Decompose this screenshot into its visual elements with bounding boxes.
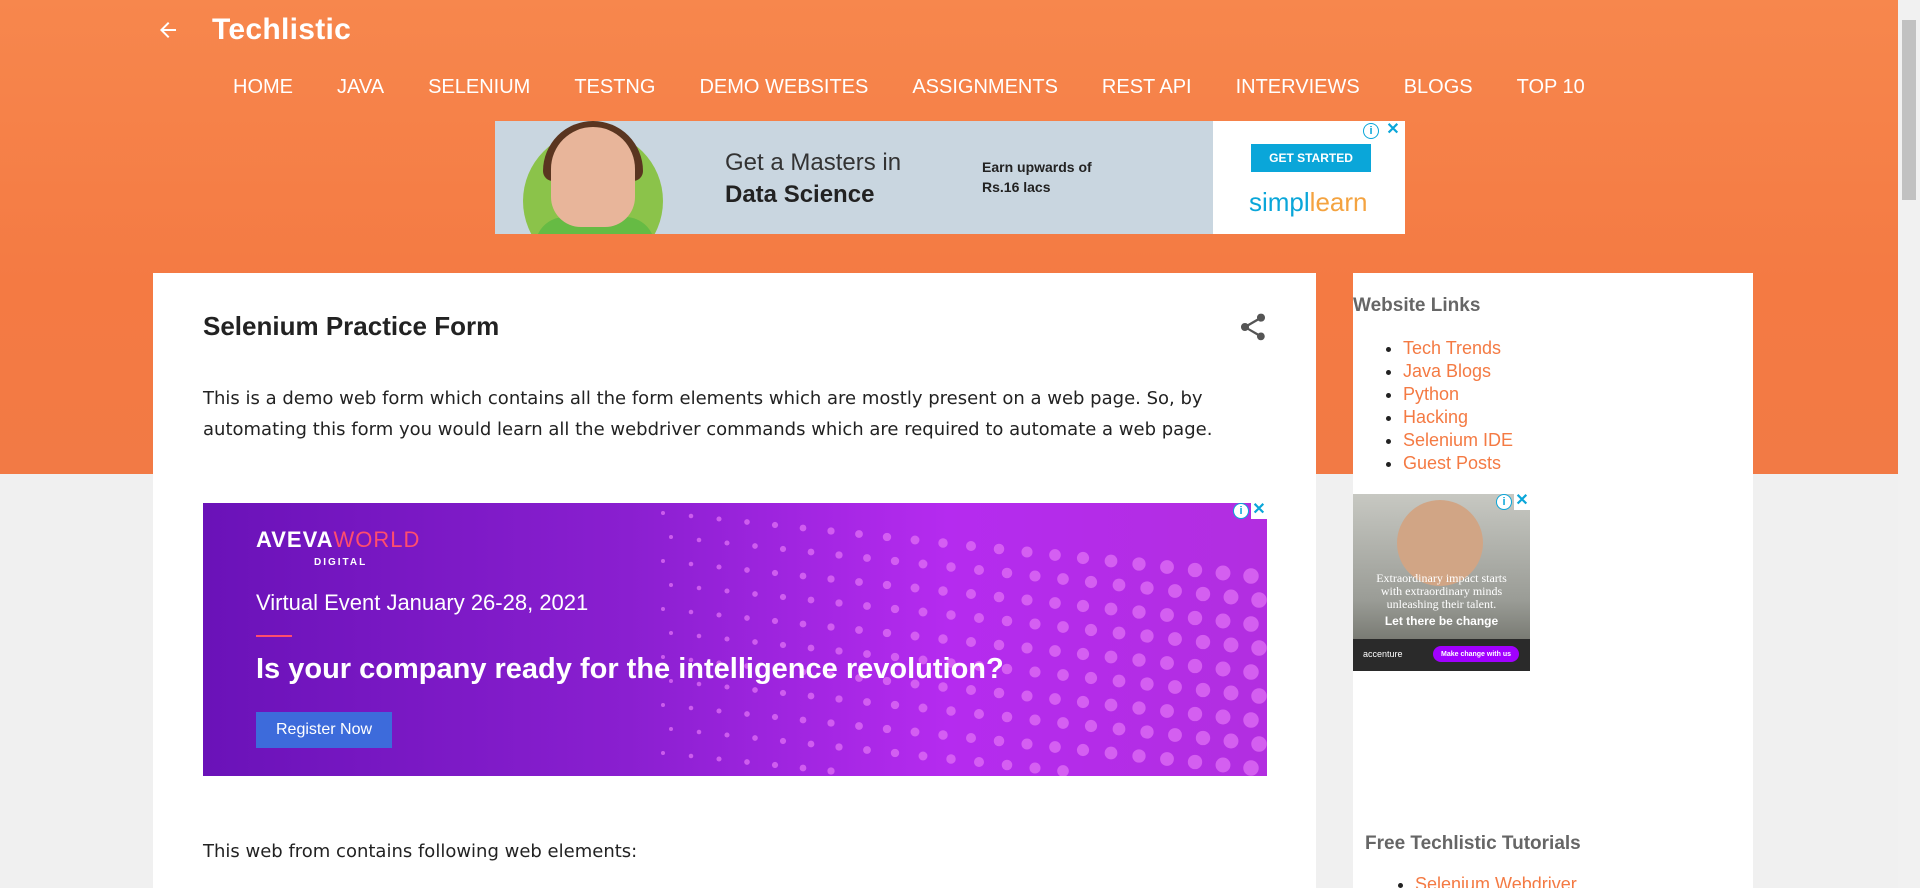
ad-tagline: Let there be change [1384,614,1499,628]
sidebar-title-tutorials: Free Techlistic Tutorials [1365,833,1581,854]
ad-close-icon[interactable]: ✕ [1385,122,1401,139]
ad-controls: i ✕ [1363,122,1401,139]
ad-headline-1: Get a Masters in [725,149,902,176]
list-item: Java Blogs [1403,360,1513,383]
nav-item-java[interactable]: JAVA [337,76,384,99]
ad-headline-2: Data Science [725,181,875,208]
arrow-left-icon [160,22,176,38]
nav-item-assignments[interactable]: ASSIGNMENTS [912,76,1058,99]
list-item: Hacking [1403,406,1513,429]
scrollbar-thumb[interactable] [1902,20,1916,200]
link-python[interactable]: Python [1403,384,1459,404]
ad-info-icon[interactable]: i [1233,503,1249,519]
post-intro: This is a demo web form which contains a… [203,388,1213,440]
nav-item-interviews[interactable]: INTERVIEWS [1236,76,1360,99]
nav-item-blogs[interactable]: BLOGS [1404,76,1473,99]
nav-item-testng[interactable]: TESTNG [574,76,655,99]
page-scrollbar[interactable] [1898,0,1920,888]
register-now-button[interactable]: Register Now [256,712,392,748]
ad-earn-text: Earn upwards of Rs.16 lacs [982,159,1092,195]
post-content: Selenium Practice Form This is a demo we… [153,273,1316,888]
ad-photo [495,121,695,234]
back-button[interactable] [150,12,186,48]
main-nav: HOME JAVA SELENIUM TESTNG DEMO WEBSITES … [233,76,1629,99]
elements-intro: This web from contains following web ele… [203,841,638,862]
ad-close-icon[interactable]: ✕ [1251,503,1267,519]
ad-info-icon[interactable]: i [1363,123,1379,139]
link-hacking[interactable]: Hacking [1403,407,1468,427]
site-title[interactable]: Techlistic [212,13,351,47]
ad-footer: accenture Make change with us [1353,639,1530,671]
ad-divider [256,635,292,637]
topbar: Techlistic [150,8,351,52]
sidebar: Website Links Tech Trends Java Blogs Pyt… [1353,273,1753,888]
make-change-button[interactable]: Make change with us [1433,646,1519,662]
sidebar-title: Website Links [1353,295,1481,316]
post-title: Selenium Practice Form [203,311,500,341]
list-item: Selenium IDE [1403,429,1513,452]
list-item: Tech Trends [1403,337,1513,360]
ad-controls: i ✕ [1233,503,1267,519]
mid-banner-ad[interactable]: AVEVAWORLD DIGITAL Virtual Event January… [203,503,1267,776]
nav-item-top-10[interactable]: TOP 10 [1517,76,1585,99]
top-banner-ad[interactable]: Get a Masters in Data Science Earn upwar… [495,121,1405,234]
sidebar-ad[interactable]: Extraordinary impact starts with extraor… [1353,494,1530,671]
nav-item-rest-api[interactable]: REST API [1102,76,1192,99]
ad-event-text: Virtual Event January 26-28, 2021 [256,590,589,615]
list-item: Selenium Webdriver [1415,873,1577,888]
nav-item-home[interactable]: HOME [233,76,293,99]
ad-info-icon[interactable]: i [1496,494,1512,510]
ad-headline: Is your company ready for the intelligen… [256,653,1004,685]
ad-body-text: Extraordinary impact starts with extraor… [1376,571,1507,611]
aveva-logo: AVEVAWORLD [256,527,421,552]
get-started-button[interactable]: GET STARTED [1251,144,1371,172]
website-links-list: Tech Trends Java Blogs Python Hacking Se… [1403,337,1513,475]
link-guest-posts[interactable]: Guest Posts [1403,453,1501,473]
ad-close-icon[interactable]: ✕ [1514,494,1530,510]
link-selenium-webdriver[interactable]: Selenium Webdriver [1415,874,1577,888]
ad-brand-logo: simpllearn [1249,187,1368,217]
accenture-logo: accenture [1363,649,1403,659]
ad-digital-label: DIGITAL [314,557,368,568]
ad-controls: i ✕ [1496,494,1530,510]
nav-item-demo-websites[interactable]: DEMO WEBSITES [699,76,868,99]
list-item: Guest Posts [1403,452,1513,475]
share-icon[interactable] [1237,311,1269,343]
list-item: Python [1403,383,1513,406]
tutorials-list: Selenium Webdriver [1415,873,1577,888]
link-selenium-ide[interactable]: Selenium IDE [1403,430,1513,450]
link-java-blogs[interactable]: Java Blogs [1403,361,1491,381]
link-tech-trends[interactable]: Tech Trends [1403,338,1501,358]
nav-item-selenium[interactable]: SELENIUM [428,76,530,99]
ad-dot-pattern [661,511,1267,776]
